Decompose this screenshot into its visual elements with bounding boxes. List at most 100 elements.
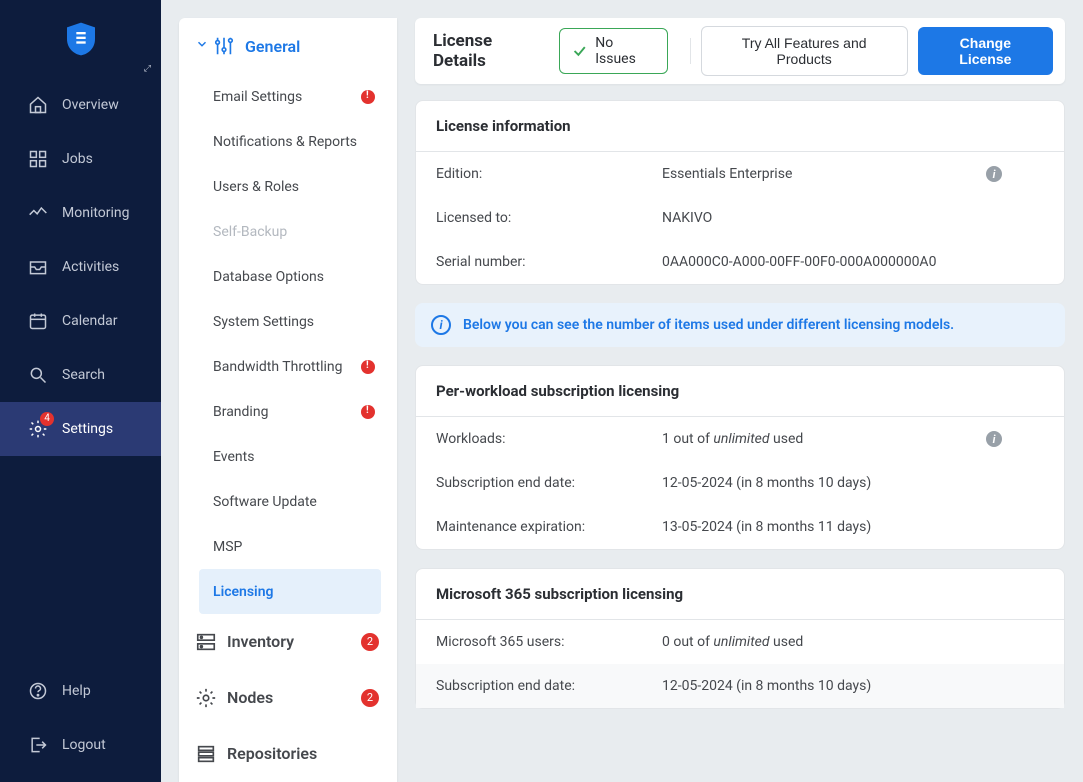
nav-jobs[interactable]: Jobs [0, 132, 161, 186]
settings-email[interactable]: Email Settings [179, 74, 397, 119]
section-title: Repositories [227, 744, 317, 763]
nav-logout[interactable]: Logout [0, 718, 161, 772]
row-m365-users: Microsoft 365 users: 0 out of unlimited … [416, 620, 1064, 664]
nav-label: Overview [62, 97, 119, 113]
row-licensed-to: Licensed to: NAKIVO [416, 196, 1064, 240]
row-serial: Serial number: 0AA000C0-A000-00FF-00F0-0… [416, 240, 1064, 284]
info-icon[interactable]: i [986, 431, 1002, 447]
section-inventory[interactable]: Inventory 2 [179, 614, 397, 670]
nav-label: Settings [62, 421, 113, 437]
grid-icon [28, 149, 48, 169]
logout-icon [28, 735, 48, 755]
nav-label: Search [62, 367, 105, 383]
license-info-card: License information Edition: Essentials … [415, 100, 1065, 285]
row-label: Licensed to: [436, 210, 662, 226]
repositories-icon [195, 743, 217, 765]
info-icon: i [431, 315, 451, 335]
chevron-down-icon [195, 37, 209, 55]
nodes-icon [195, 687, 217, 709]
row-maintenance: Maintenance expiration: 13-05-2024 (in 8… [416, 505, 1064, 549]
row-label: Subscription end date: [436, 475, 662, 491]
sliders-icon [213, 35, 235, 57]
page-title: License Details [433, 31, 545, 71]
alert-icon [361, 90, 375, 104]
row-value: 0AA000C0-A000-00FF-00F0-000A000000A0 [662, 254, 1044, 270]
alert-icon [361, 360, 375, 374]
section-repositories[interactable]: Repositories [179, 726, 397, 782]
nav-calendar[interactable]: Calendar [0, 294, 161, 348]
expand-icon[interactable]: ⤢ [144, 64, 151, 74]
search-icon [28, 365, 48, 385]
settings-software-update[interactable]: Software Update [179, 479, 397, 524]
info-banner: i Below you can see the number of items … [415, 303, 1065, 347]
row-value: 0 out of unlimited used [662, 634, 1044, 650]
calendar-icon [28, 311, 48, 331]
main-content: License Details No Issues Try All Featur… [397, 0, 1083, 782]
check-icon [572, 43, 587, 59]
nav-monitoring[interactable]: Monitoring [0, 186, 161, 240]
section-title: Inventory [227, 632, 294, 651]
row-label: Serial number: [436, 254, 662, 270]
nav-search[interactable]: Search [0, 348, 161, 402]
status-pill: No Issues [559, 28, 668, 74]
row-workloads: Workloads: 1 out of unlimited used i [416, 417, 1064, 461]
row-label: Edition: [436, 166, 662, 182]
inventory-badge: 2 [361, 633, 379, 651]
row-value: 13-05-2024 (in 8 months 11 days) [662, 519, 1044, 535]
app-logo: ⤢ [0, 0, 161, 78]
activity-icon [28, 203, 48, 223]
settings-database-options[interactable]: Database Options [179, 254, 397, 299]
row-value: 12-05-2024 (in 8 months 10 days) [662, 678, 1044, 694]
home-icon [28, 95, 48, 115]
m365-card: Microsoft 365 subscription licensing Mic… [415, 568, 1065, 709]
card-title: Per-workload subscription licensing [416, 366, 1064, 417]
settings-badge: 4 [40, 412, 54, 426]
row-value: Essentials Enterprise [662, 166, 986, 182]
inventory-icon [195, 631, 217, 653]
row-sub-end: Subscription end date: 12-05-2024 (in 8 … [416, 461, 1064, 505]
settings-self-backup: Self-Backup [179, 209, 397, 254]
divider [690, 38, 691, 64]
row-value: NAKIVO [662, 210, 1044, 226]
row-label: Workloads: [436, 431, 662, 447]
nav-label: Monitoring [62, 205, 130, 221]
row-label: Subscription end date: [436, 678, 662, 694]
license-topbar: License Details No Issues Try All Featur… [415, 18, 1065, 84]
row-label: Maintenance expiration: [436, 519, 662, 535]
inbox-icon [28, 257, 48, 277]
help-icon [28, 681, 48, 701]
settings-licensing[interactable]: Licensing [199, 569, 381, 614]
settings-users-roles[interactable]: Users & Roles [179, 164, 397, 209]
banner-text: Below you can see the number of items us… [463, 317, 954, 333]
main-nav: ⤢ Overview Jobs Monitoring Activities Ca… [0, 0, 161, 782]
nav-help[interactable]: Help [0, 664, 161, 718]
nav-label: Logout [62, 737, 106, 753]
try-features-button[interactable]: Try All Features and Products [701, 26, 908, 76]
row-label: Microsoft 365 users: [436, 634, 662, 650]
change-license-button[interactable]: Change License [918, 27, 1053, 75]
nav-overview[interactable]: Overview [0, 78, 161, 132]
row-value: 1 out of unlimited used [662, 431, 986, 447]
settings-events[interactable]: Events [179, 434, 397, 479]
section-title: General [245, 37, 300, 56]
section-title: Nodes [227, 688, 273, 707]
section-nodes[interactable]: Nodes 2 [179, 670, 397, 726]
settings-bandwidth[interactable]: Bandwidth Throttling [179, 344, 397, 389]
row-edition: Edition: Essentials Enterprise i [416, 152, 1064, 196]
nav-label: Help [62, 683, 91, 699]
info-icon[interactable]: i [986, 166, 1002, 182]
nav-activities[interactable]: Activities [0, 240, 161, 294]
status-text: No Issues [595, 35, 655, 67]
settings-notifications[interactable]: Notifications & Reports [179, 119, 397, 164]
alert-icon [361, 405, 375, 419]
nav-label: Jobs [62, 151, 93, 167]
nav-label: Calendar [62, 313, 118, 329]
settings-branding[interactable]: Branding [179, 389, 397, 434]
nav-settings[interactable]: Settings 4 [0, 402, 161, 456]
settings-system[interactable]: System Settings [179, 299, 397, 344]
nodes-badge: 2 [361, 689, 379, 707]
section-general[interactable]: General [179, 18, 397, 74]
per-workload-card: Per-workload subscription licensing Work… [415, 365, 1065, 550]
settings-msp[interactable]: MSP [179, 524, 397, 569]
settings-subpanel: General Email Settings Notifications & R… [179, 18, 397, 782]
